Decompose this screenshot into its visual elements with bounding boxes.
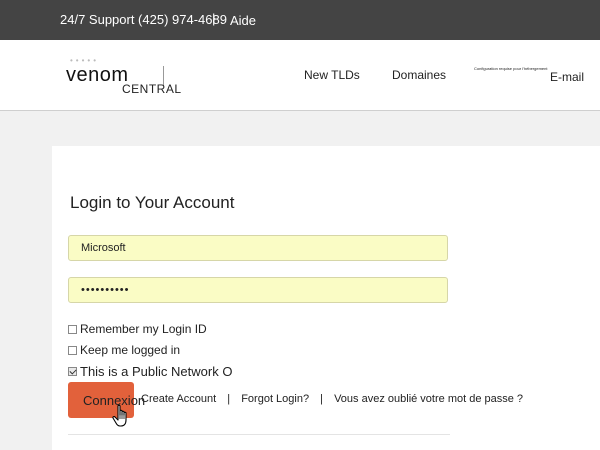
page-title: Login to Your Account (70, 193, 235, 212)
logo-sub: CENTRAL (122, 82, 182, 96)
forgot-login-link[interactable]: Forgot Login? (241, 393, 309, 405)
create-account-link[interactable]: Create Account (141, 393, 216, 405)
remember-login-label: Remember my Login ID (80, 322, 207, 336)
forgot-password-link[interactable]: Vous avez oublié votre mot de passe ? (334, 393, 523, 405)
logo-name: venom (66, 64, 129, 86)
nav-domains[interactable]: Domaines (392, 68, 446, 82)
public-network-checkbox[interactable] (68, 367, 77, 376)
public-network-label: This is a Public Network O (80, 364, 233, 379)
site-header: ••••• venom CENTRAL New TLDs Domaines Co… (0, 40, 600, 111)
username-input[interactable] (68, 235, 448, 261)
keep-logged-in-checkbox[interactable] (68, 345, 77, 355)
public-network-row[interactable]: This is a Public Network O (68, 364, 232, 379)
remember-login-checkbox[interactable] (68, 324, 77, 334)
topbar-separator: | (212, 11, 216, 26)
help-link[interactable]: Aide (230, 13, 256, 28)
link-separator: | (320, 393, 324, 405)
remember-login-row[interactable]: Remember my Login ID (68, 322, 207, 336)
keep-logged-in-label: Keep me logged in (80, 343, 181, 357)
account-links: Create Account | Forgot Login? | Vous av… (141, 393, 523, 405)
top-bar: 24/7 Support (425) 974-4689 | Aide (0, 0, 600, 40)
nav-new-tlds[interactable]: New TLDs (304, 68, 360, 82)
link-separator: | (227, 393, 231, 405)
divider (68, 434, 450, 435)
keep-logged-in-row[interactable]: Keep me logged in (68, 343, 180, 357)
hand-pointer-icon (112, 404, 127, 427)
nav-hosting-config[interactable]: Configuration requise pour l'hébergement (474, 66, 547, 71)
login-panel: Login to Your Account Remember my Login … (52, 146, 600, 450)
support-phone: 24/7 Support (425) 974-4689 (60, 12, 227, 27)
password-input[interactable] (68, 277, 448, 303)
nav-email[interactable]: E-mail (550, 70, 584, 84)
